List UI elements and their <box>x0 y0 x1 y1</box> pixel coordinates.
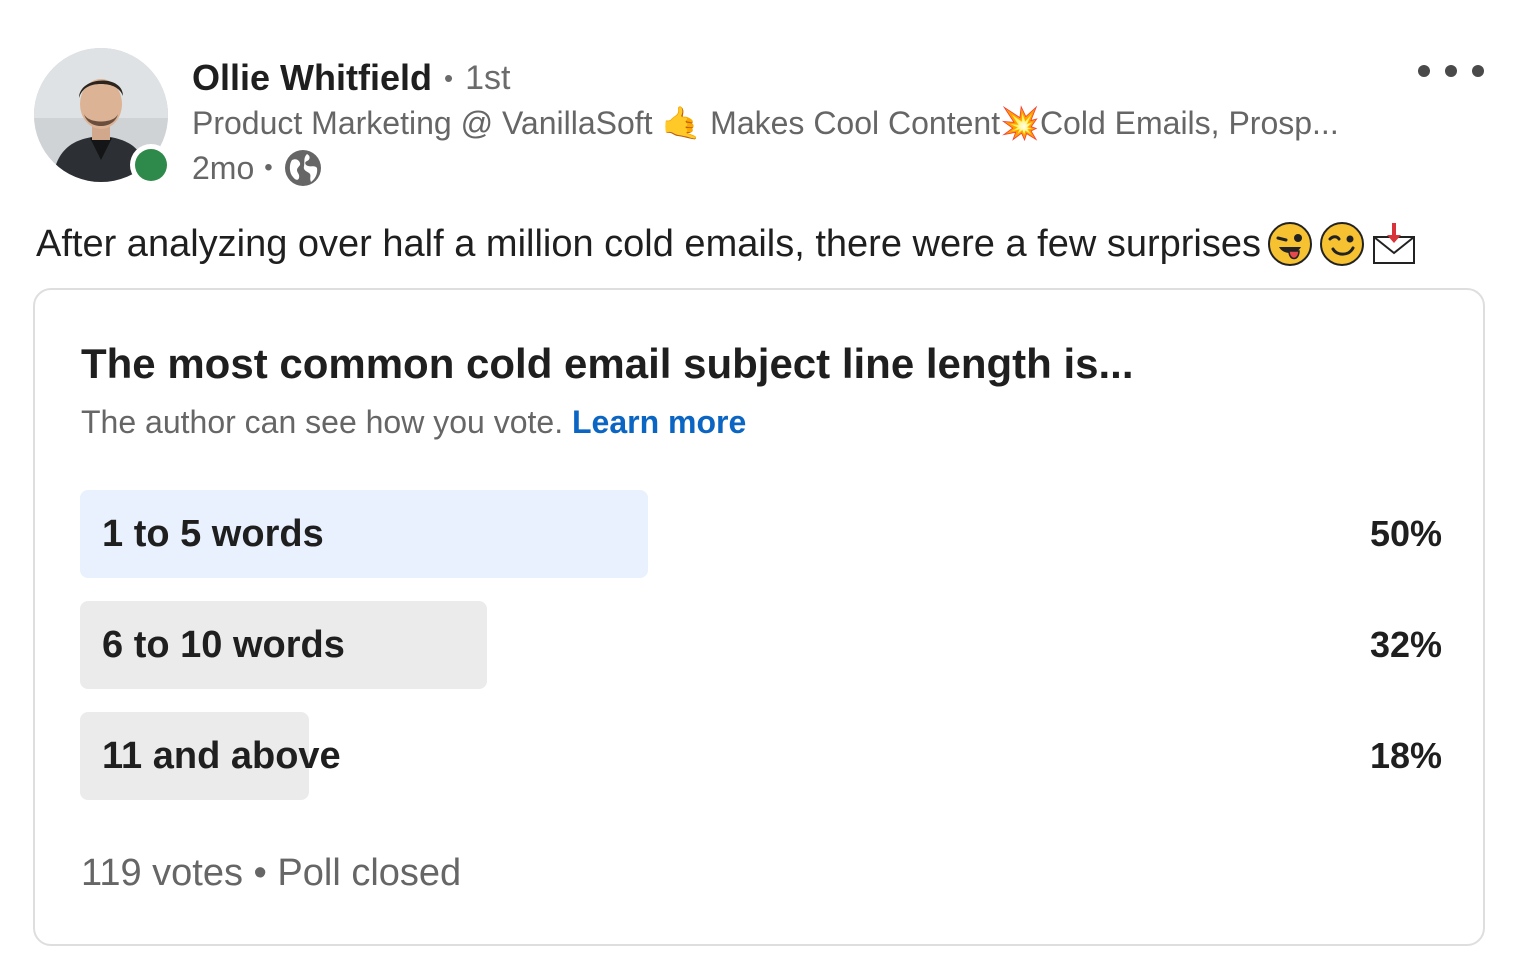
author-line: Ollie Whitfield • 1st <box>192 56 510 100</box>
online-status-indicator <box>130 144 172 186</box>
winking-face-emoji <box>1319 221 1365 267</box>
poll-status: Poll closed <box>277 852 462 894</box>
author-separator: • <box>444 62 454 93</box>
poll-option-label: 11 and above <box>102 734 341 777</box>
author-name[interactable]: Ollie Whitfield <box>192 57 432 99</box>
poll-option[interactable]: 11 and above 18% <box>80 712 1442 800</box>
online-dot <box>135 149 167 181</box>
poll-footer: 119 votes • Poll closed <box>81 852 461 895</box>
poll-option-percent: 32% <box>1369 624 1442 665</box>
post-meta: 2mo • <box>192 146 323 190</box>
poll-question: The most common cold email subject line … <box>81 340 1134 387</box>
envelope-arrow-emoji <box>1371 221 1417 267</box>
poll-note-text: The author can see how you vote. <box>81 404 564 440</box>
zany-face-emoji <box>1267 221 1313 267</box>
poll-footer-separator: • <box>253 852 267 894</box>
post-time[interactable]: 2mo <box>192 150 254 187</box>
more-dot <box>1418 65 1430 77</box>
more-dot <box>1472 65 1484 77</box>
author-headline: Product Marketing @ VanillaSoft 🤙 Makes … <box>192 105 1339 141</box>
globe-icon <box>284 150 321 186</box>
more-dot <box>1445 65 1457 77</box>
poll-visibility-note: The author can see how you vote. Learn m… <box>81 404 746 441</box>
poll-card: The most common cold email subject line … <box>33 288 1485 946</box>
poll-votes-count[interactable]: 119 votes <box>81 852 243 894</box>
poll-option[interactable]: 1 to 5 words 50% <box>80 490 1442 578</box>
poll-option-label: 6 to 10 words <box>102 623 345 666</box>
learn-more-link[interactable]: Learn more <box>572 404 746 440</box>
more-options-button[interactable] <box>1418 56 1484 86</box>
post-text-content: After analyzing over half a million cold… <box>36 222 1261 265</box>
feed-post: Ollie Whitfield • 1st Product Marketing … <box>0 0 1530 964</box>
meta-separator: • <box>264 154 273 181</box>
poll-option-label: 1 to 5 words <box>102 512 324 555</box>
poll-option[interactable]: 6 to 10 words 32% <box>80 601 1442 689</box>
poll-option-percent: 50% <box>1369 513 1442 554</box>
connection-degree: 1st <box>465 58 511 97</box>
post-text: After analyzing over half a million cold… <box>36 218 1417 270</box>
poll-option-percent: 18% <box>1369 735 1442 776</box>
